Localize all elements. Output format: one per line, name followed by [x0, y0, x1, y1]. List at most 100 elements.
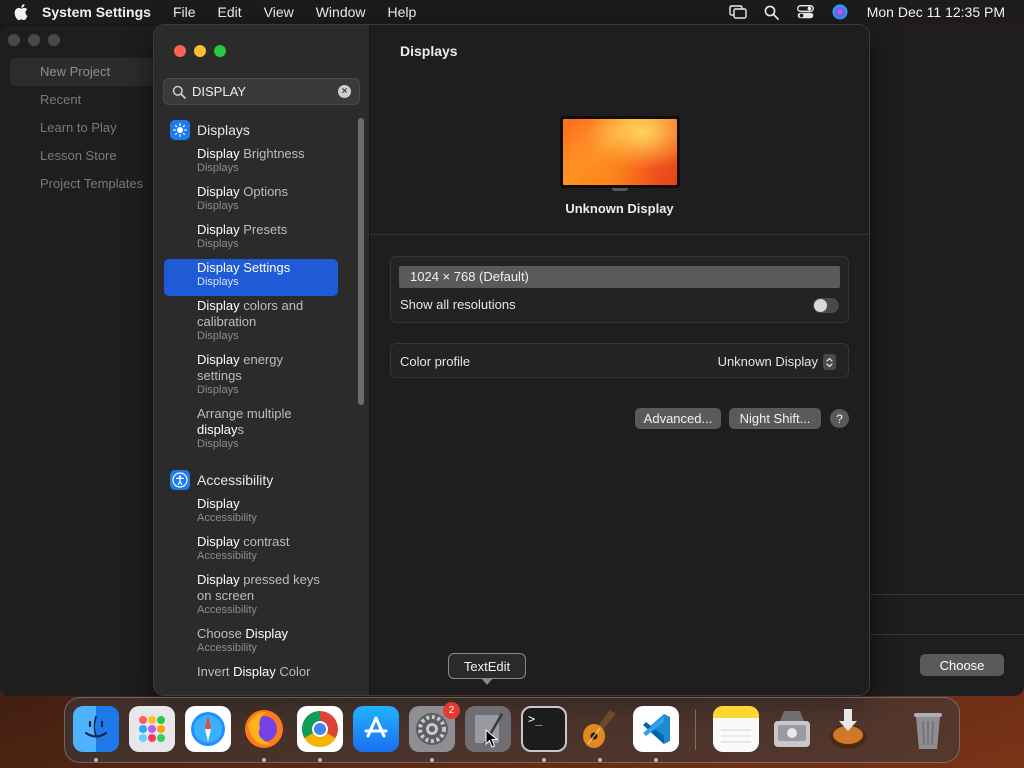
running-indicator: [542, 758, 546, 762]
trash-icon[interactable]: [905, 706, 951, 752]
result-subtitle: Displays: [197, 200, 239, 212]
system-settings-window: DISPLAY × Displays Display Brightness Di…: [154, 25, 869, 695]
result-subtitle: Accessibility: [197, 512, 257, 524]
bg-sidebar-item-new-project[interactable]: New Project: [10, 58, 160, 86]
bg-sidebar-item-recent[interactable]: Recent: [10, 86, 160, 114]
sidebar-scrollbar[interactable]: [358, 118, 364, 405]
screen-mirroring-icon[interactable]: [721, 5, 755, 19]
result-subtitle: Displays: [197, 276, 239, 288]
help-button[interactable]: ?: [830, 409, 849, 428]
menu-view[interactable]: View: [264, 4, 294, 20]
minimize-button[interactable]: [194, 45, 206, 57]
tooltip-arrow: [481, 678, 493, 685]
background-window-controls: [8, 34, 60, 46]
result-group-displays[interactable]: Displays: [164, 117, 354, 143]
search-input[interactable]: DISPLAY: [192, 84, 338, 99]
dock: 2 >_: [64, 697, 960, 763]
result-display-energy-settings[interactable]: Display energy settings Displays: [164, 351, 354, 405]
safari-icon[interactable]: [185, 706, 231, 752]
mouse-cursor-icon: [485, 729, 499, 748]
notes-icon[interactable]: [713, 706, 759, 752]
window-controls: [174, 45, 226, 57]
result-title: Choose Display: [197, 626, 289, 641]
control-center-icon[interactable]: [789, 5, 823, 19]
running-indicator: [654, 758, 658, 762]
result-title: Display Options: [197, 184, 289, 199]
chrome-icon[interactable]: [297, 706, 343, 752]
disk-utility-icon[interactable]: [769, 706, 815, 752]
menu-window[interactable]: Window: [316, 4, 366, 20]
close-button[interactable]: [174, 45, 186, 57]
result-subtitle: Accessibility: [197, 604, 257, 616]
result-display[interactable]: Display Accessibility: [164, 495, 354, 533]
choose-button[interactable]: Choose: [920, 654, 1004, 676]
vscode-icon[interactable]: [633, 706, 679, 752]
menu-edit[interactable]: Edit: [218, 4, 242, 20]
resolution-option-selected[interactable]: 1024 × 768 (Default): [399, 266, 840, 288]
toggle-knob: [814, 299, 827, 312]
running-indicator: [430, 758, 434, 762]
result-display-colors-calibration[interactable]: Display colors and calibration Displays: [164, 297, 354, 351]
result-display-settings[interactable]: Display Settings Displays: [164, 259, 338, 296]
search-field[interactable]: DISPLAY ×: [163, 78, 360, 105]
bg-close-button[interactable]: [8, 34, 20, 46]
result-arrange-multiple-displays[interactable]: Arrange multiple displays Displays: [164, 405, 354, 467]
finder-icon[interactable]: [73, 706, 119, 752]
bg-divider: [870, 594, 1024, 595]
gear-icon[interactable]: 2: [409, 702, 460, 752]
sun-icon: [170, 120, 190, 140]
bg-sidebar-item-lesson-store[interactable]: Lesson Store: [10, 142, 160, 170]
result-display-presets[interactable]: Display Presets Displays: [164, 221, 354, 259]
color-profile-select[interactable]: Unknown Display: [718, 354, 818, 369]
bg-zoom-button[interactable]: [48, 34, 60, 46]
terminal-icon[interactable]: >_: [521, 706, 567, 752]
content-pane: Displays Unknown Display 1024 × 768 (Def…: [370, 25, 869, 695]
result-group-label: Accessibility: [197, 472, 274, 488]
result-title: Display contrast: [197, 534, 290, 549]
running-indicator: [598, 758, 602, 762]
result-title: Display Brightness: [197, 146, 305, 161]
launchpad-icon[interactable]: [129, 706, 175, 752]
running-indicator: [318, 758, 322, 762]
search-icon: [172, 85, 186, 99]
monitor-icon: [560, 116, 680, 188]
bg-sidebar-item-project-templates[interactable]: Project Templates: [10, 170, 160, 198]
spotlight-search-icon[interactable]: [755, 5, 789, 20]
result-title: Display Settings: [197, 260, 291, 275]
color-profile-card: Color profile Unknown Display: [390, 343, 849, 378]
result-invert-display-color[interactable]: Invert Display Color: [164, 663, 354, 695]
night-shift-button[interactable]: Night Shift...: [729, 408, 821, 429]
chevron-updown-icon[interactable]: [823, 354, 836, 370]
clear-search-icon[interactable]: ×: [338, 85, 351, 98]
bg-sidebar-item-learn-to-play[interactable]: Learn to Play: [10, 114, 160, 142]
bg-minimize-button[interactable]: [28, 34, 40, 46]
zoom-button[interactable]: [214, 45, 226, 57]
show-all-resolutions-toggle[interactable]: [813, 298, 839, 313]
result-group-accessibility[interactable]: Accessibility: [164, 467, 354, 493]
result-title: Display pressed keys on screen: [197, 572, 320, 603]
advanced-button[interactable]: Advanced...: [635, 408, 721, 429]
menu-app-name[interactable]: System Settings: [42, 4, 151, 20]
guitar-icon[interactable]: [577, 706, 623, 752]
app-store-icon[interactable]: [353, 706, 399, 752]
result-subtitle: Displays: [197, 438, 239, 450]
running-indicator: [262, 758, 266, 762]
menu-file[interactable]: File: [173, 4, 196, 20]
resolution-card: 1024 × 768 (Default) Show all resolution…: [390, 256, 849, 323]
terminal-prompt: >_: [528, 712, 543, 726]
apple-menu-icon[interactable]: [0, 4, 42, 20]
result-choose-display[interactable]: Choose Display Accessibility: [164, 625, 354, 663]
notification-badge: 2: [443, 702, 460, 719]
firefox-icon[interactable]: [241, 706, 287, 752]
menu-help[interactable]: Help: [388, 4, 417, 20]
show-all-resolutions-label: Show all resolutions: [400, 297, 516, 312]
result-display-contrast[interactable]: Display contrast Accessibility: [164, 533, 354, 571]
installer-icon[interactable]: [825, 706, 871, 752]
result-display-brightness[interactable]: Display Brightness Displays: [164, 145, 354, 183]
siri-icon[interactable]: [823, 4, 857, 20]
menu-clock[interactable]: Mon Dec 11 12:35 PM: [867, 4, 1005, 20]
display-name: Unknown Display: [565, 201, 674, 216]
result-title: Display energy settings: [197, 352, 283, 383]
result-display-options[interactable]: Display Options Displays: [164, 183, 354, 221]
result-display-pressed-keys[interactable]: Display pressed keys on screen Accessibi…: [164, 571, 354, 625]
